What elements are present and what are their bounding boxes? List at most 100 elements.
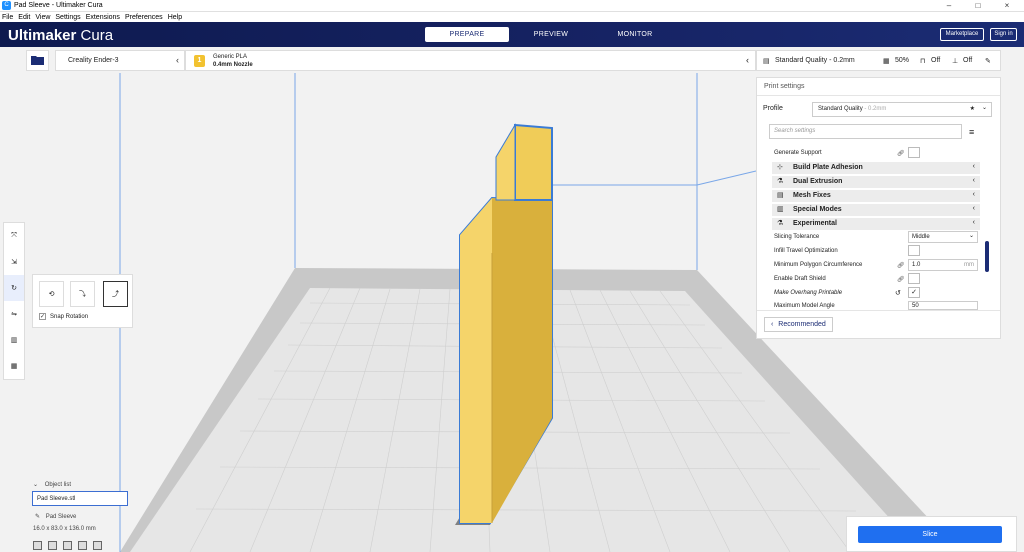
settings-search-input[interactable]: Search settings [769,124,962,139]
overhang-checkbox[interactable]: ✓ [908,287,920,298]
category-experimental[interactable]: ⚗ Experimental ‹ [772,218,980,230]
menu-help[interactable]: Help [168,14,182,21]
view-right-icon[interactable] [93,541,102,550]
dual-extrusion-icon: ⚗ [777,178,784,185]
quality-icon: ▤ [763,58,770,65]
object-list-item[interactable]: Pad Sleeve.stl [32,491,128,506]
slice-button[interactable]: Slice [858,526,1002,543]
settings-visibility-menu-icon[interactable]: ≡ [969,127,974,137]
move-tool[interactable]: ⤧ [4,223,24,249]
setting-enable-draft-shield: Enable Draft Shield 🔗︎ [774,273,980,284]
print-setup-bar[interactable]: ▤ Standard Quality - 0.2mm ▦ 50% ⊓ Off ⊥… [756,50,1001,71]
chevron-down-icon: ⌄ [981,105,987,111]
print-settings-title: Print settings [757,78,1000,96]
per-model-settings-tool[interactable]: ▥ [4,327,24,353]
folder-icon [31,55,44,67]
object-list-label: Object list [44,482,72,488]
category-dual-extrusion[interactable]: ⚗ Dual Extrusion ‹ [772,176,980,188]
rotate-icon: ↻ [11,285,17,292]
sign-in-button[interactable]: Sign in [990,28,1017,41]
scale-tool[interactable]: ⇲ [4,249,24,275]
category-special-modes[interactable]: ▥ Special Modes ‹ [772,204,980,216]
rotate-tool[interactable]: ↻ [4,275,24,301]
minimize-icon[interactable]: – [938,0,960,12]
printer-name: Creality Ender-3 [68,57,119,64]
min-polygon-input[interactable]: 1.0 mm [908,259,978,271]
selected-object-name: ✎ Pad Sleeve [35,513,76,520]
support-blocker-tool[interactable]: ▦ [4,353,24,379]
setting-generate-support: Generate Support 🔗︎ [774,147,980,158]
menu-preferences[interactable]: Preferences [125,14,163,21]
draft-shield-checkbox[interactable] [908,273,920,284]
slicing-tolerance-label: Slicing Tolerance [774,234,820,240]
link-icon: 🔗︎ [897,263,905,269]
draft-shield-label: Enable Draft Shield [774,276,826,282]
menu-bar: File Edit View Settings Extensions Prefe… [0,12,1024,22]
object-name-label: Pad Sleeve [45,514,77,520]
category-label: Dual Extrusion [793,178,843,185]
view-3d-icon[interactable] [33,541,42,550]
menu-view[interactable]: View [35,14,50,21]
maximize-icon[interactable]: □ [967,0,989,12]
extruder-badge: 1 [194,55,205,67]
support-blocker-icon: ▦ [10,363,18,370]
snap-rotation-label: Snap Rotation [50,313,89,320]
adhesion-icon: ⊥ [952,58,959,65]
snap-rotation-toggle[interactable]: ✓ Snap Rotation [39,313,88,320]
category-mesh-fixes[interactable]: ▤ Mesh Fixes ‹ [772,190,980,202]
profile-dropdown[interactable]: Standard Quality - 0.2mm ★ ⌄ [812,102,992,117]
category-label: Mesh Fixes [793,192,831,199]
infill-icon: ▦ [883,58,890,65]
mirror-tool[interactable]: ⇋ [4,301,24,327]
star-icon[interactable]: ★ [970,105,975,112]
select-face-to-align-button[interactable]: ⤴ [103,281,128,307]
view-front-icon[interactable] [48,541,57,550]
setting-slicing-tolerance: Slicing Tolerance Middle ⌄ [774,231,980,243]
setting-make-overhang-printable: Make Overhang Printable ↺ ✓ [774,287,980,298]
open-file-button[interactable] [26,50,49,71]
reset-rotation-button[interactable]: ⟲ [39,281,64,307]
max-angle-value: 50 [912,303,919,309]
view-top-icon[interactable] [63,541,72,550]
chevron-down-icon: ⌄ [968,233,974,239]
infill-travel-checkbox[interactable] [908,245,920,256]
menu-extensions[interactable]: Extensions [86,14,120,21]
printer-selector[interactable]: Creality Ender-3 ‹ [55,50,185,71]
recommended-button[interactable]: ‹ Recommended [764,317,833,332]
material-selector[interactable]: 1 Generic PLA 0.4mm Nozzle ‹ [185,50,756,71]
chevron-left-icon: ‹ [746,55,749,65]
slicing-tolerance-dropdown[interactable]: Middle ⌄ [908,231,978,243]
generate-support-checkbox[interactable] [908,147,920,158]
printer-toolbar: Creality Ender-3 ‹ 1 Generic PLA 0.4mm N… [0,47,1024,73]
object-list-header[interactable]: ⌄ Object list [33,481,71,488]
min-polygon-label: Minimum Polygon Circumference [774,262,863,268]
recommended-label: Recommended [778,321,826,328]
tab-monitor[interactable]: MONITOR [593,27,677,42]
max-angle-input[interactable]: 50 [908,301,978,310]
tool-panel: ⤧ ⇲ ↻ ⇋ ▥ ▦ [3,222,25,380]
category-build-plate-adhesion[interactable]: ⊹ Build Plate Adhesion ‹ [772,162,980,174]
brand-logo: Ultimaker Cura [8,27,114,44]
close-icon[interactable]: × [996,0,1018,12]
tab-preview[interactable]: PREVIEW [509,27,593,42]
category-label: Experimental [793,220,837,227]
marketplace-button[interactable]: Marketplace [940,28,984,41]
chevron-left-icon: ‹ [972,219,975,226]
slicing-tolerance-value: Middle [912,234,930,240]
infill-value: 50% [895,57,910,64]
chevron-left-icon: ‹ [972,191,975,198]
menu-file[interactable]: File [2,14,13,21]
snap-rotation-checkbox[interactable]: ✓ [39,313,46,320]
tab-prepare[interactable]: PREPARE [425,27,509,42]
rotate-panel: ⟲ ⤵ ⤴ ✓ Snap Rotation [32,274,133,328]
settings-footer-divider [757,310,1000,311]
menu-edit[interactable]: Edit [18,14,30,21]
menu-settings[interactable]: Settings [55,14,80,21]
experimental-icon: ⚗ [777,220,784,227]
reset-icon[interactable]: ↺ [895,289,901,297]
object-dimensions: 16.0 x 83.0 x 136.0 mm [33,526,96,532]
settings-scrollbar[interactable] [985,241,989,272]
quality-profile: Standard Quality - 0.2mm [775,57,855,64]
lay-flat-button[interactable]: ⤵ [70,281,95,307]
view-left-icon[interactable] [78,541,87,550]
